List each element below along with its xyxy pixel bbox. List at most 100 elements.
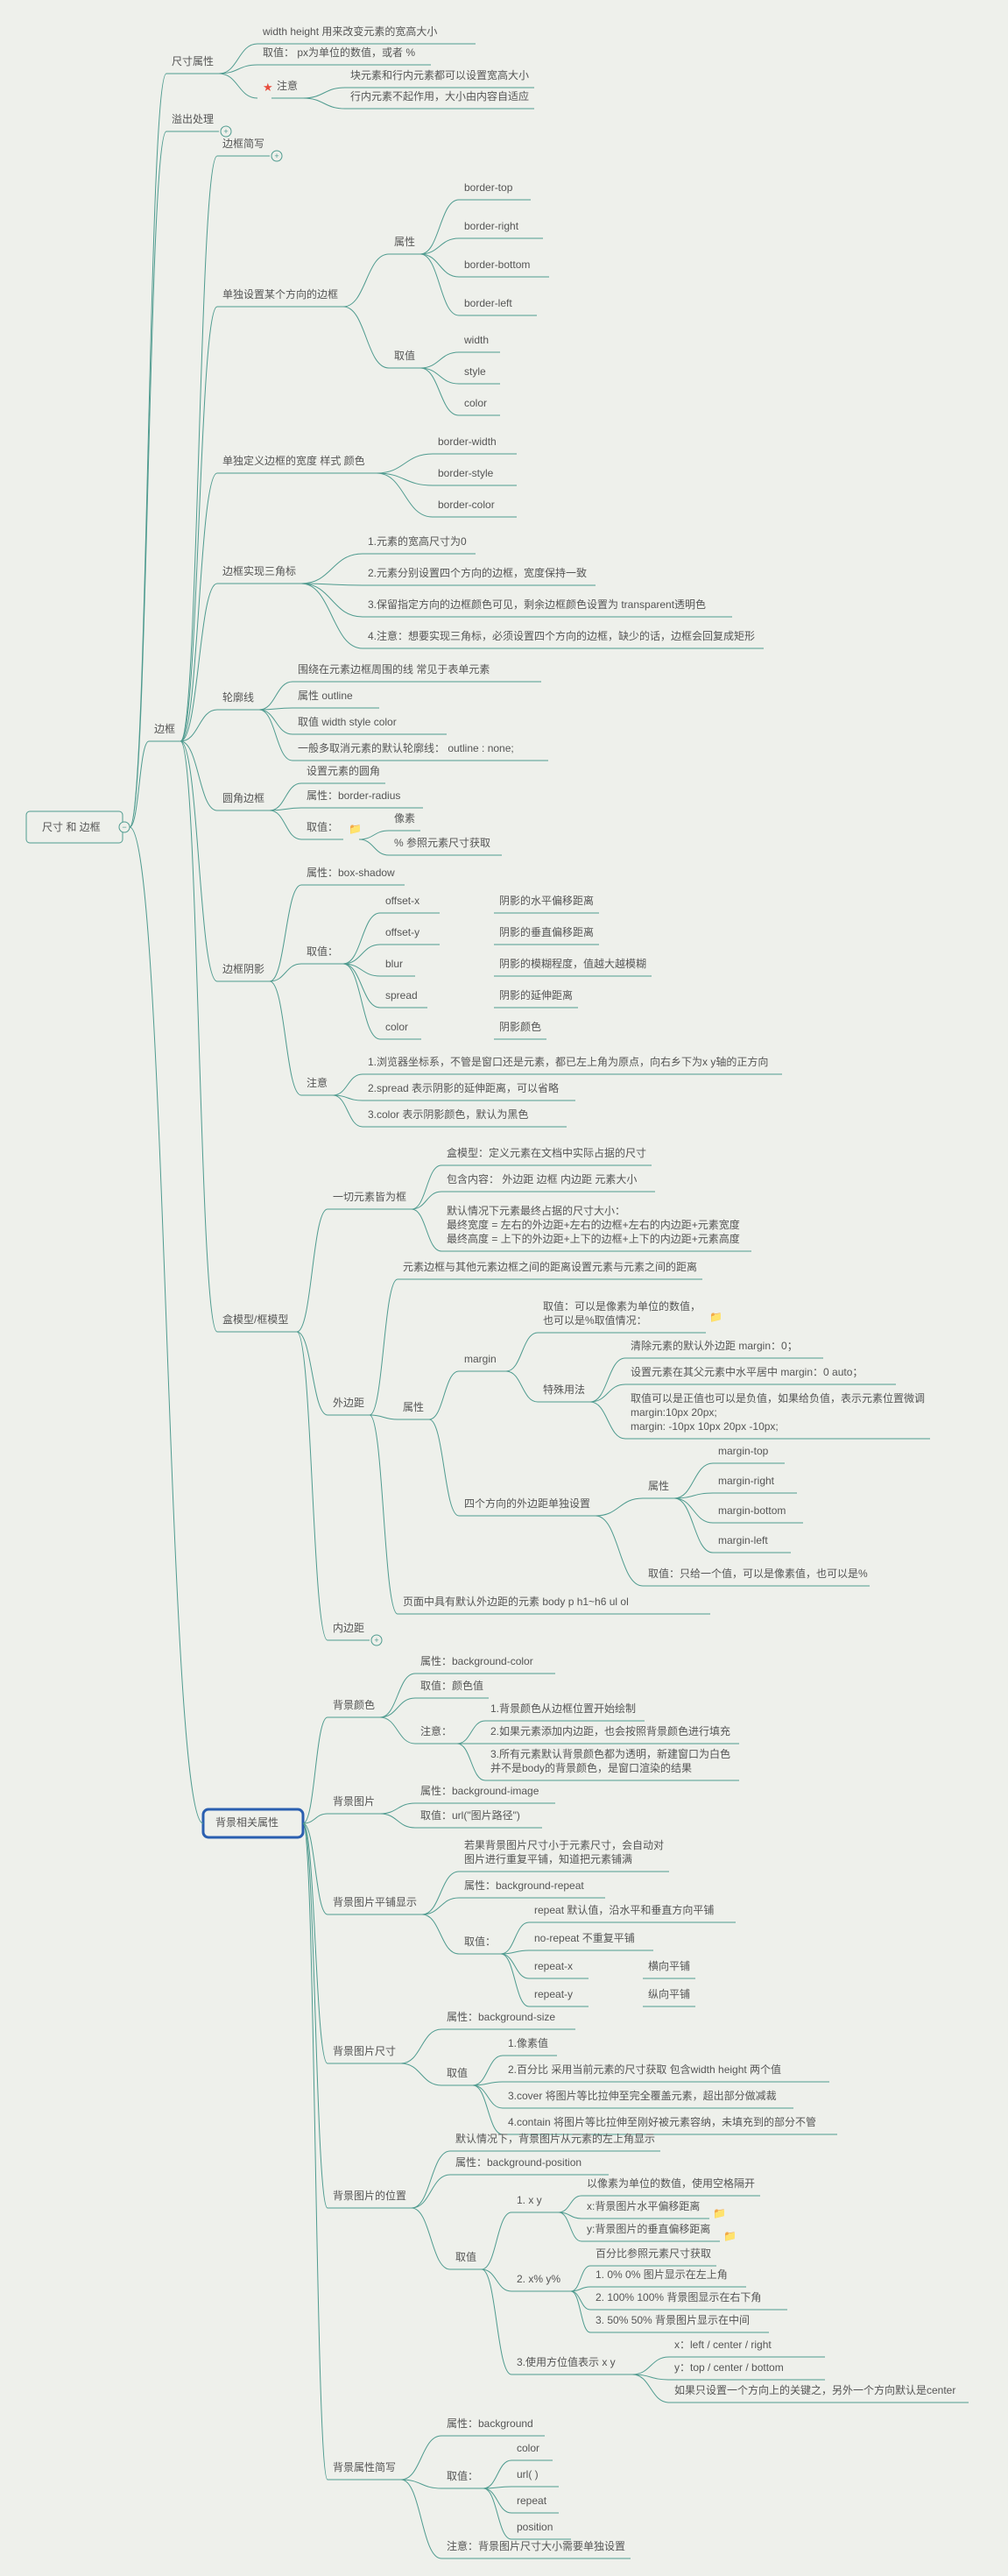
svg-text:盒模型：定义元素在文档中实际占据的尺寸: 盒模型：定义元素在文档中实际占据的尺寸	[447, 1146, 646, 1159]
node: 取值可以是正值也可以是负值，如果给负值，表示元素位置微调margin:10px …	[625, 1391, 930, 1439]
node: 3.所有元素默认背景颜色都为透明，新建窗口为白色并不是body的背景颜色，是窗口…	[485, 1747, 739, 1780]
svg-text:取值: 取值	[447, 2066, 468, 2079]
svg-text:如果只设置一个方向上的关键之，另外一个方向默认是center: 如果只设置一个方向上的关键之，另外一个方向默认是center	[674, 2383, 955, 2396]
svg-text:四个方向的外边距单独设置: 四个方向的外边距单独设置	[464, 1497, 590, 1510]
svg-text:3.所有元素默认背景颜色都为透明，新建窗口为白色: 3.所有元素默认背景颜色都为透明，新建窗口为白色	[490, 1747, 730, 1760]
svg-text:阴影的模糊程度，值越大越模糊: 阴影的模糊程度，值越大越模糊	[499, 957, 646, 970]
border[interactable]: 边框	[149, 723, 180, 741]
node: 清除元素的默认外边距 margin：0；	[625, 1339, 823, 1358]
svg-text:像素: 像素	[394, 812, 415, 824]
svg-text:纵向平铺: 纵向平铺	[648, 1987, 690, 2000]
node: 属性：box-shadow	[301, 867, 405, 885]
svg-text:取值：url("图片路径"): 取值：url("图片路径")	[420, 1808, 520, 1822]
svg-text:取值: 取值	[394, 349, 415, 362]
svg-text:背景属性简写: 背景属性简写	[333, 2461, 396, 2473]
node: 属性：border-radius	[301, 789, 423, 808]
node: position	[511, 2521, 571, 2539]
svg-text:2. 100% 100% 背景图显示在右下角: 2. 100% 100% 背景图显示在右下角	[596, 2290, 761, 2304]
svg-text:取值：: 取值：	[447, 2469, 478, 2482]
svg-text:设置元素的圆角: 设置元素的圆角	[307, 764, 380, 777]
node: 4.contain 将图片等比拉伸至刚好被元素容纳，未填充到的部分不管	[503, 2115, 837, 2134]
node: 2.如果元素添加内边距，也会按照背景颜色进行填充	[485, 1724, 739, 1744]
svg-text:% 参照元素尺寸获取: % 参照元素尺寸获取	[394, 836, 490, 849]
node: 一切元素皆为框	[328, 1191, 412, 1209]
svg-text:margin: margin	[464, 1353, 497, 1365]
svg-text:属性：background-size: 属性：background-size	[447, 2011, 555, 2023]
node: border-width	[433, 435, 517, 454]
svg-text:注意：背景图片尺寸大小需要单独设置: 注意：背景图片尺寸大小需要单独设置	[447, 2539, 625, 2552]
node: x：left / center / right	[669, 2339, 825, 2357]
svg-text:最终宽度 = 左右的外边距+左右的边框+左右的内边距+元素宽: 最终宽度 = 左右的外边距+左右的边框+左右的内边距+元素宽度	[447, 1218, 740, 1231]
svg-text:页面中具有默认外边距的元素 body p h: 页面中具有默认外边距的元素 body p h1~h6 ul ol	[403, 1595, 629, 1608]
svg-text:margin:10px 20px;: margin:10px 20px;	[631, 1406, 717, 1419]
bg-attrs[interactable]: 背景相关属性	[215, 1816, 278, 1829]
node: no-repeat 不重复平铺	[529, 1932, 653, 1950]
node: 阴影颜色	[494, 1020, 546, 1039]
svg-text:4.contain 将图片等比拉伸至刚好被元素容纳，未填充到: 4.contain 将图片等比拉伸至刚好被元素容纳，未填充到的部分不管	[508, 2115, 816, 2128]
root-node: 尺寸 和 边框	[42, 821, 101, 833]
node: 1. x y	[511, 2194, 559, 2212]
svg-text:一般多取消元素的默认轮廓线： outline : none;: 一般多取消元素的默认轮廓线： outline : none;	[298, 741, 514, 754]
node: y：top / center / bottom	[669, 2361, 825, 2380]
svg-text:边框实现三角标: 边框实现三角标	[222, 564, 296, 577]
svg-text:margin-left: margin-left	[718, 1534, 768, 1546]
node: 阴影的垂直偏移距离	[494, 925, 599, 945]
node: 3.保留指定方向的边框颜色可见，剩余边框颜色设置为 transparent透明色	[363, 598, 732, 617]
node: 1.浏览器坐标系，不管是窗口还是元素，都已左上角为原点，向右乡下为x y轴的正方…	[363, 1055, 782, 1074]
svg-text:包含内容： 外边距 边框 内边距 元素大小: 包含内容： 外边距 边框 内边距 元素大小	[447, 1172, 637, 1185]
svg-text:属性: 属性	[648, 1480, 669, 1492]
folder-icon: 📁	[709, 1311, 723, 1323]
node[interactable]: 内边距	[328, 1622, 370, 1640]
node: y:背景图片的垂直偏移距离	[582, 2222, 720, 2241]
node: 包含内容： 外边距 边框 内边距 元素大小	[441, 1172, 655, 1192]
node: 3. 50% 50% 背景图片显示在中间	[590, 2313, 769, 2332]
node: 2.spread 表示阴影的延伸距离，可以省略	[363, 1081, 575, 1100]
svg-text:清除元素的默认外边距 margin：0；: 清除元素的默认外边距 margin：0；	[631, 1339, 798, 1352]
svg-text:offset-x: offset-x	[385, 895, 419, 907]
node: 2. 100% 100% 背景图显示在右下角	[590, 2290, 787, 2310]
node: 圆角边框	[217, 792, 270, 810]
svg-text:边框: 边框	[154, 723, 175, 735]
node: 如果只设置一个方向上的关键之，另外一个方向默认是center	[669, 2383, 969, 2403]
node: 取值：url("图片路径")	[415, 1808, 542, 1828]
svg-text:+: +	[374, 1636, 378, 1645]
node: margin-bottom	[713, 1504, 803, 1523]
svg-text:取值：可以是像素为单位的数值，: 取值：可以是像素为单位的数值，	[543, 1299, 701, 1313]
node: 属性：background-image	[415, 1785, 555, 1803]
svg-text:blur: blur	[385, 958, 403, 970]
node: 围绕在元素边框周围的线 常见于表单元素	[293, 662, 541, 682]
svg-text:color: color	[464, 397, 487, 409]
node: 背景图片	[328, 1795, 380, 1814]
svg-text:+: +	[223, 127, 228, 136]
overflow[interactable]: 溢出处理	[166, 113, 219, 131]
svg-text:圆角边框: 圆角边框	[222, 792, 264, 804]
svg-text:注意：: 注意：	[420, 1724, 452, 1737]
svg-text:border-top: border-top	[464, 181, 513, 194]
svg-text:repeat: repeat	[517, 2495, 547, 2507]
svg-text:4.注意：想要实现三角标，必须设置四个方向的边框，缺少的话，: 4.注意：想要实现三角标，必须设置四个方向的边框，缺少的话，边框会回复成矩形	[368, 629, 755, 642]
svg-text:背景颜色: 背景颜色	[333, 1698, 375, 1711]
svg-text:取值可以是正值也可以是负值，如果给负值，表示元素位置微调: 取值可以是正值也可以是负值，如果给负值，表示元素位置微调	[631, 1391, 925, 1405]
svg-text:1.元素的宽高尺寸为0: 1.元素的宽高尺寸为0	[368, 534, 467, 548]
svg-text:border-bottom: border-bottom	[464, 258, 530, 271]
svg-text:style: style	[464, 365, 486, 378]
svg-text:外边距: 外边距	[333, 1397, 364, 1409]
node: 特殊用法	[538, 1383, 590, 1402]
node: offset-x	[380, 895, 440, 913]
node: 属性：background-size	[441, 2011, 575, 2029]
svg-text:2.元素分别设置四个方向的边框，宽度保持一致: 2.元素分别设置四个方向的边框，宽度保持一致	[368, 566, 587, 579]
svg-text:取值：: 取值：	[464, 1935, 496, 1948]
node[interactable]: 边框简写	[217, 138, 270, 156]
svg-text:溢出处理: 溢出处理	[172, 113, 214, 125]
svg-text:margin-top: margin-top	[718, 1445, 769, 1457]
node: 取值 width style color	[293, 715, 447, 734]
node: 2. x% y%	[511, 2273, 571, 2291]
size-attr[interactable]: 尺寸属性	[166, 55, 219, 74]
node: margin	[459, 1353, 506, 1371]
svg-text:横向平铺: 横向平铺	[648, 1959, 690, 1972]
node: 取值：	[301, 820, 343, 839]
svg-text:url( ): url( )	[517, 2468, 539, 2480]
svg-text:border-width: border-width	[438, 435, 497, 448]
svg-text:阴影的水平偏移距离: 阴影的水平偏移距离	[499, 894, 594, 907]
node: 属性	[643, 1480, 674, 1498]
